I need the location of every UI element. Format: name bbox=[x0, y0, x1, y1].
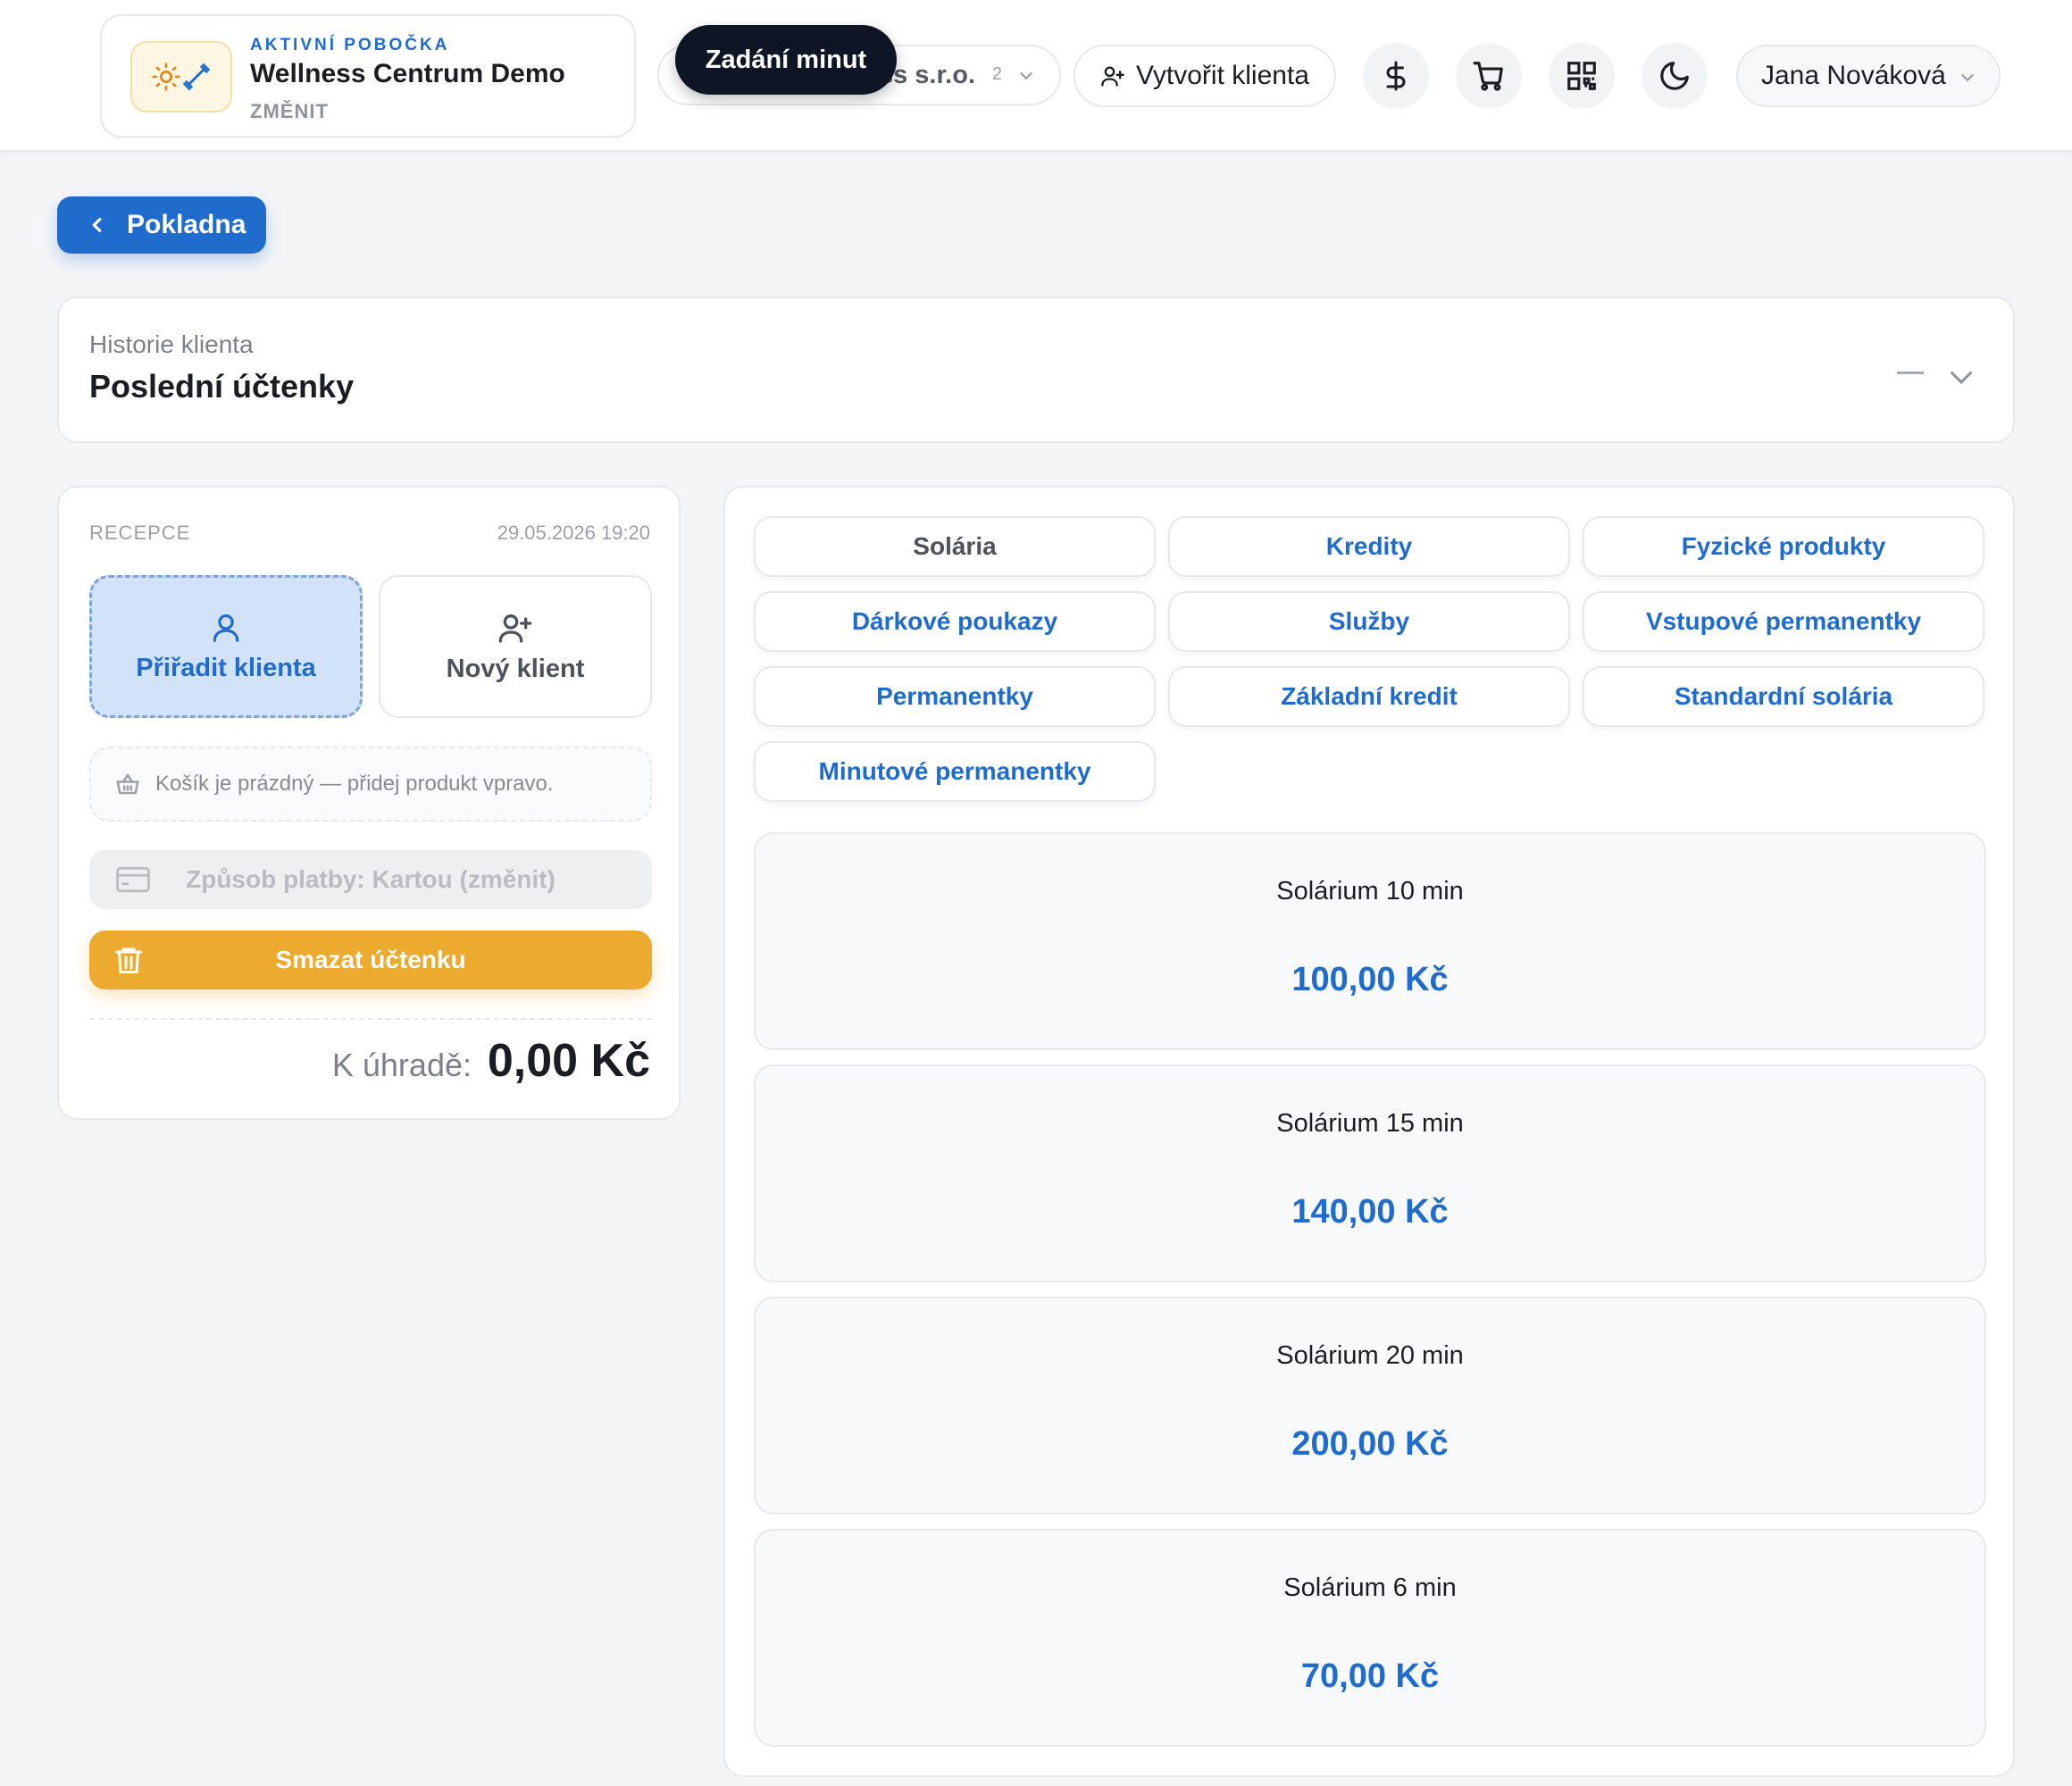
payment-method-label: Způsob platby: Kartou (změnit) bbox=[186, 865, 556, 893]
category-kredity[interactable]: Kredity bbox=[1168, 516, 1570, 577]
qr-code-icon bbox=[1567, 62, 1596, 90]
delete-receipt-button[interactable]: Smazat účtenku bbox=[89, 931, 652, 989]
category-zakladni-kredit[interactable]: Základní kredit bbox=[1168, 666, 1570, 727]
assign-client-button[interactable]: Přiřadit klienta bbox=[89, 575, 363, 718]
user-name: Jana Nováková bbox=[1761, 61, 1946, 90]
product-price: 140,00 Kč bbox=[1291, 1193, 1449, 1231]
product-name: Solárium 10 min bbox=[1276, 877, 1464, 906]
user-menu[interactable]: Jana Nováková bbox=[1736, 45, 2001, 107]
product-name: Solárium 6 min bbox=[1283, 1573, 1457, 1602]
branch-eyebrow: AKTIVNÍ POBOČKA bbox=[250, 36, 450, 54]
product-price: 100,00 Kč bbox=[1291, 961, 1449, 998]
divider bbox=[89, 1018, 652, 1020]
new-client-label: Nový klient bbox=[446, 654, 585, 683]
product-price: 70,00 Kč bbox=[1300, 1657, 1440, 1695]
chevron-down-icon[interactable] bbox=[1945, 361, 1977, 393]
dollar-icon bbox=[1386, 61, 1406, 91]
cart-icon bbox=[1473, 62, 1503, 91]
branch-name: Wellness Centrum Demo bbox=[250, 59, 565, 88]
product-card[interactable]: Solárium 6 min 70,00 Kč bbox=[754, 1529, 1986, 1747]
user-plus-icon bbox=[498, 613, 532, 643]
dash-icon bbox=[1897, 371, 1924, 374]
back-button-label: Pokladna bbox=[127, 210, 246, 239]
basket-icon bbox=[116, 773, 139, 795]
category-fyzicke-produkty[interactable]: Fyzické produkty bbox=[1583, 516, 1984, 577]
client-history-panel[interactable]: Historie klienta Poslední účtenky bbox=[57, 296, 2015, 443]
branch-logo bbox=[130, 41, 232, 113]
cart-button[interactable] bbox=[1456, 43, 1522, 109]
category-solaria[interactable]: Solária bbox=[754, 516, 1156, 577]
user-icon bbox=[213, 613, 239, 642]
products-panel: Solária Kredity Fyzické produkty Dárkové… bbox=[723, 486, 2015, 1777]
qr-code-button[interactable] bbox=[1549, 43, 1615, 109]
history-title: Poslední účtenky bbox=[89, 368, 355, 405]
dollar-button[interactable] bbox=[1363, 43, 1429, 109]
total-amount: 0,00 Kč bbox=[487, 1035, 650, 1087]
receipt-location: RECEPCE bbox=[89, 522, 191, 544]
category-vstupove-permanentky[interactable]: Vstupové permanentky bbox=[1583, 591, 1984, 652]
empty-cart-message: Košík je prázdný — přidej produkt vpravo… bbox=[89, 747, 652, 822]
chevron-left-icon bbox=[92, 217, 102, 233]
dark-mode-button[interactable] bbox=[1642, 43, 1708, 109]
product-card[interactable]: Solárium 20 min 200,00 Kč bbox=[754, 1297, 1986, 1515]
product-price: 200,00 Kč bbox=[1291, 1425, 1449, 1463]
category-darkove-poukazy[interactable]: Dárkové poukazy bbox=[754, 591, 1156, 652]
new-client-button[interactable]: Nový klient bbox=[379, 575, 652, 718]
back-to-pokladna-button[interactable]: Pokladna bbox=[57, 196, 266, 254]
category-sluzby[interactable]: Služby bbox=[1168, 591, 1570, 652]
chevron-down-icon bbox=[1020, 72, 1032, 80]
trash-icon bbox=[115, 947, 142, 973]
sun-icon bbox=[152, 63, 180, 91]
create-client-button[interactable]: Vytvořit klienta bbox=[1074, 45, 1336, 107]
branch-change-link[interactable]: ZMĚNIT bbox=[250, 100, 329, 123]
product-card[interactable]: Solárium 10 min 100,00 Kč bbox=[754, 832, 1986, 1050]
chevron-down-icon bbox=[1961, 74, 1974, 82]
product-card[interactable]: Solárium 15 min 140,00 Kč bbox=[754, 1064, 1986, 1282]
tooltip: Zadání minut bbox=[675, 25, 897, 95]
empty-cart-text: Košík je prázdný — přidej produkt vpravo… bbox=[155, 772, 554, 796]
assign-client-label: Přiřadit klienta bbox=[136, 653, 316, 682]
payment-method-button[interactable]: Způsob platby: Kartou (změnit) bbox=[89, 850, 652, 909]
total-label: K úhradě: bbox=[331, 1047, 472, 1083]
company-count-badge: 2 bbox=[991, 64, 1002, 84]
dumbbell-icon bbox=[183, 63, 210, 90]
category-permanentky[interactable]: Permanentky bbox=[754, 666, 1156, 727]
history-eyebrow: Historie klienta bbox=[89, 330, 254, 358]
category-minutove-permanentky[interactable]: Minutové permanentky bbox=[754, 741, 1156, 802]
delete-receipt-label: Smazat účtenku bbox=[275, 946, 466, 973]
active-branch-card[interactable]: AKTIVNÍ POBOČKA Wellness Centrum Demo ZM… bbox=[100, 14, 636, 138]
category-standardni-solaria[interactable]: Standardní solária bbox=[1583, 666, 1984, 727]
product-name: Solárium 20 min bbox=[1276, 1341, 1464, 1370]
receipt-panel: RECEPCE 29.05.2026 19:20 Přiřadit klient… bbox=[57, 486, 681, 1120]
create-client-label: Vytvořit klienta bbox=[1136, 61, 1309, 90]
product-name: Solárium 15 min bbox=[1276, 1109, 1464, 1138]
user-plus-icon bbox=[1101, 66, 1124, 87]
moon-icon bbox=[1660, 62, 1689, 90]
top-header: AKTIVNÍ POBOČKA Wellness Centrum Demo ZM… bbox=[0, 0, 2072, 152]
credit-card-icon bbox=[116, 866, 150, 893]
receipt-date: 29.05.2026 19:20 bbox=[497, 522, 650, 544]
